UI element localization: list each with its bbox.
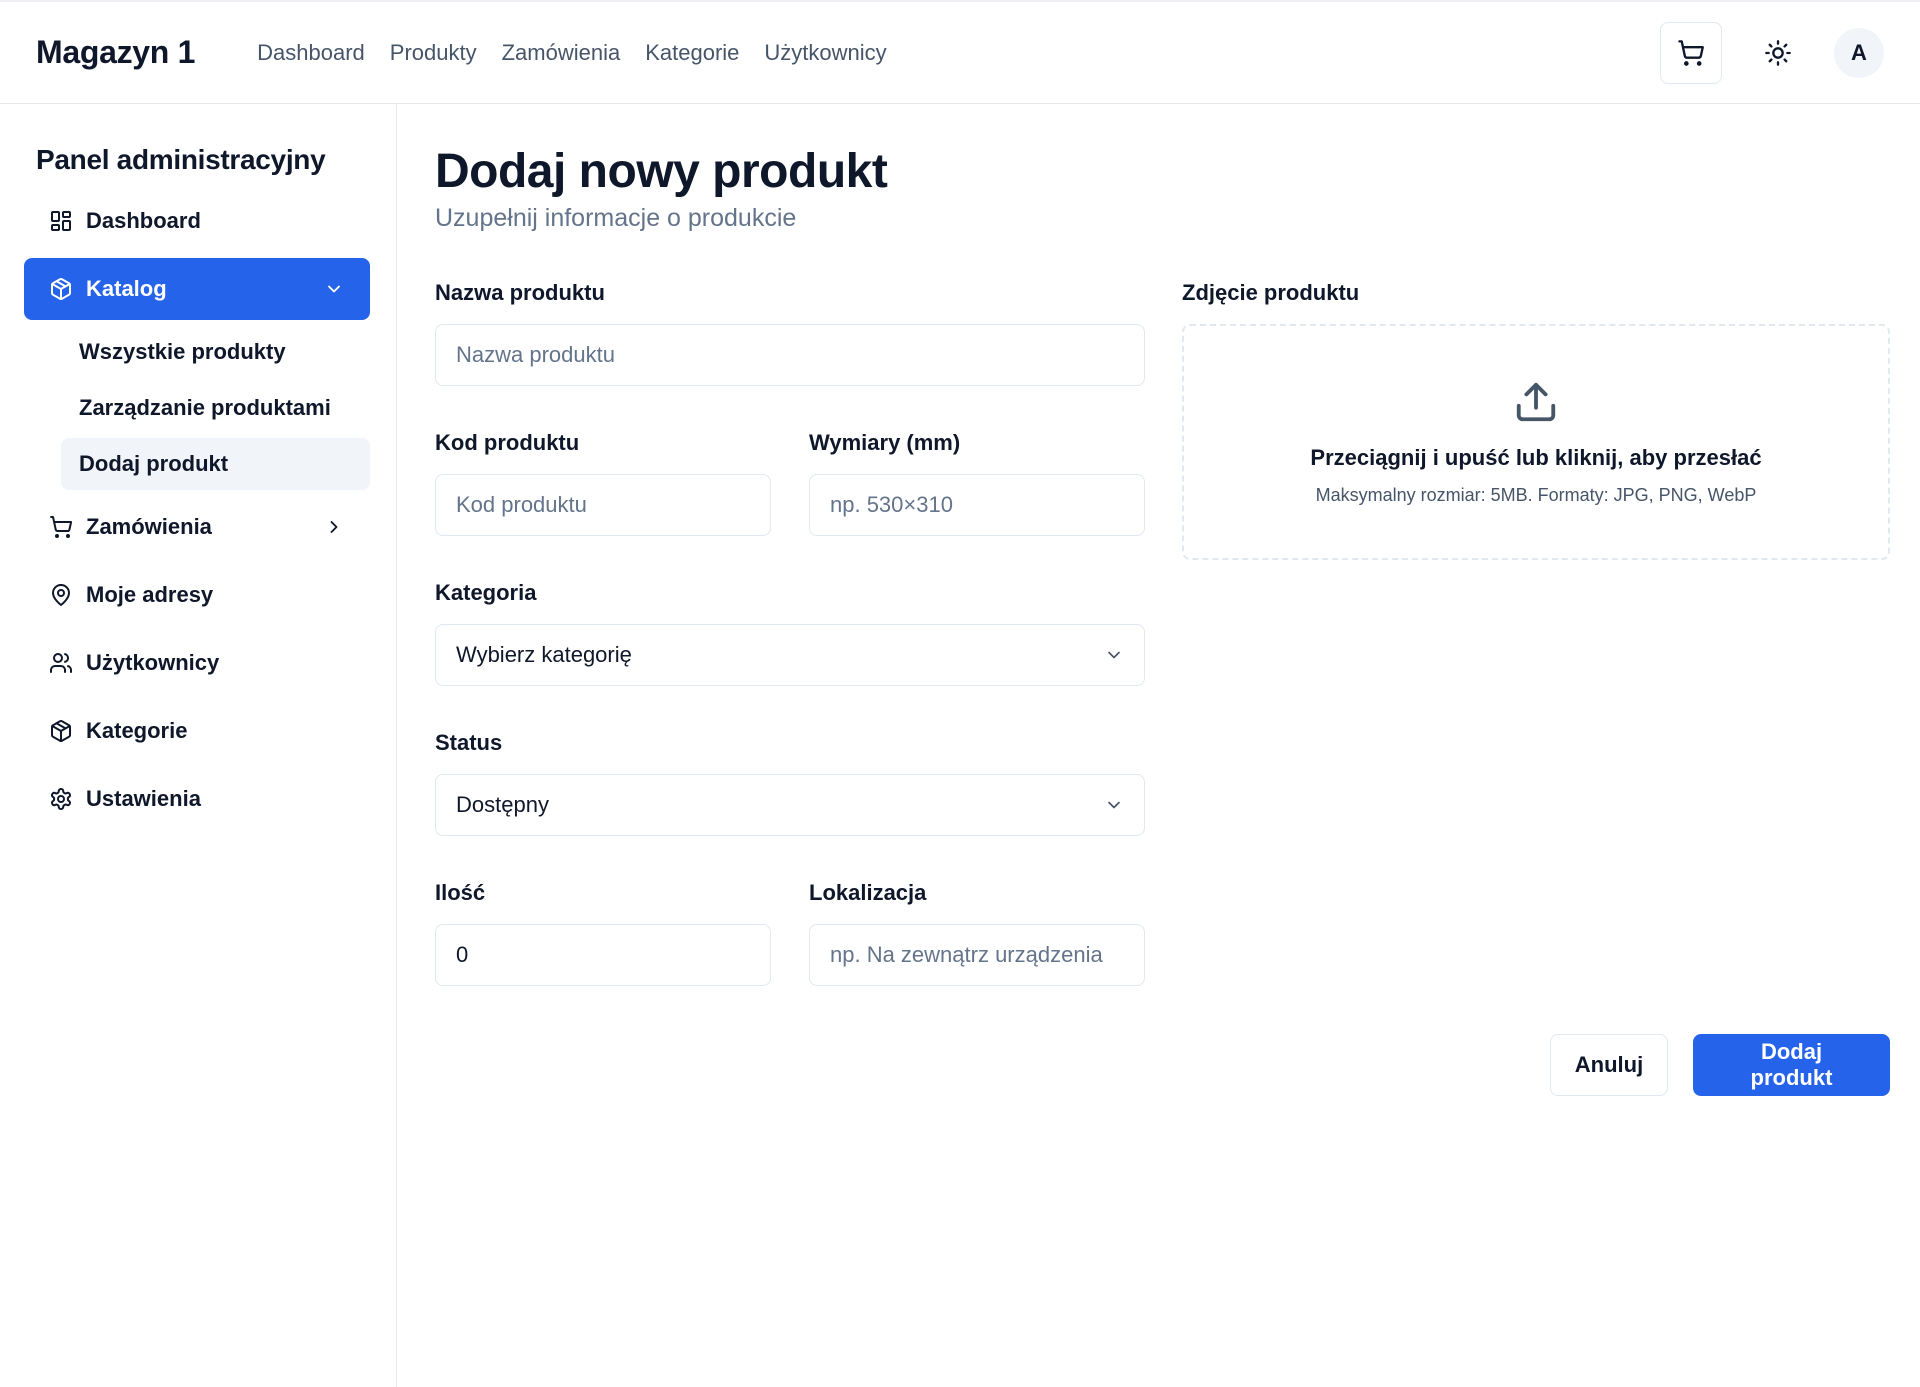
top-nav-users[interactable]: Użytkownicy (764, 40, 886, 66)
field-group-name: Nazwa produktu (435, 280, 1145, 386)
sidebar-item-orders[interactable]: Zamówienia (24, 496, 370, 558)
theme-toggle-button[interactable] (1747, 22, 1809, 84)
catalog-submenu: Wszystkie produkty Zarządzanie produktam… (61, 326, 370, 490)
top-header: Magazyn 1 Dashboard Produkty Zamówienia … (0, 0, 1920, 104)
category-select[interactable]: Wybierz kategorię (435, 624, 1145, 686)
chevron-down-icon (1108, 651, 1120, 659)
main-content: Dodaj nowy produkt Uzupełnij informacje … (397, 104, 1920, 1387)
sidebar-item-settings[interactable]: Ustawienia (24, 768, 370, 830)
users-icon (48, 650, 74, 676)
sidebar-item-catalog[interactable]: Katalog (24, 258, 370, 320)
status-select[interactable]: Dostępny (435, 774, 1145, 836)
package-icon (48, 276, 74, 302)
location-input[interactable] (809, 924, 1145, 986)
product-code-label: Kod produktu (435, 430, 580, 455)
dropzone-hint: Maksymalny rozmiar: 5MB. Formaty: JPG, P… (1315, 484, 1757, 505)
sidebar-nav: Dashboard Katalog Wszystkie produkty Zar… (0, 190, 396, 830)
field-group-dims: Wymiary (mm) (809, 430, 1145, 536)
sidebar-item-categories[interactable]: Kategorie (24, 700, 370, 762)
status-label: Status (435, 730, 503, 755)
gear-icon (48, 786, 74, 812)
image-dropzone[interactable]: Przeciągnij i upuść lub kliknij, aby prz… (1182, 324, 1890, 560)
quantity-label: Ilość (435, 880, 486, 905)
field-group-qty: Ilość (435, 880, 771, 986)
header-actions: A (1660, 21, 1884, 84)
sidebar-item-dashboard[interactable]: Dashboard (24, 190, 370, 252)
dropzone-title: Przeciągnij i upuść lub kliknij, aby prz… (1310, 444, 1762, 470)
top-nav-products[interactable]: Produkty (390, 40, 477, 66)
category-label: Kategoria (435, 580, 537, 605)
location-label: Lokalizacja (809, 880, 927, 905)
dimensions-input[interactable] (809, 474, 1145, 536)
sidebar-item-label: Kategorie (86, 718, 188, 743)
page-title: Dodaj nowy produkt (435, 145, 888, 198)
user-avatar[interactable]: A (1834, 27, 1884, 78)
page-subtitle: Uzupełnij informacje o produkcie (435, 204, 797, 232)
top-nav-categories[interactable]: Kategorie (645, 40, 739, 66)
image-upload-label: Zdjęcie produktu (1182, 280, 1360, 305)
chevron-right-icon (330, 521, 338, 533)
field-group-location: Lokalizacja (809, 880, 1145, 986)
sidebar-item-addresses[interactable]: Moje adresy (24, 564, 370, 626)
image-upload-section: Zdjęcie produktu Przeciągnij i upuść lub… (1182, 280, 1890, 560)
map-pin-icon (48, 582, 74, 608)
product-name-label: Nazwa produktu (435, 280, 605, 305)
add-product-button[interactable]: Dodaj produkt (1693, 1034, 1890, 1096)
dashboard-grid-icon (48, 208, 74, 234)
submenu-item-add-product[interactable]: Dodaj produkt (61, 438, 370, 490)
sidebar-item-label: Użytkownicy (86, 650, 220, 675)
top-nav-dashboard[interactable]: Dashboard (257, 40, 365, 66)
submenu-item-manage-products[interactable]: Zarządzanie produktami (61, 382, 370, 434)
field-group-status: Status Dostępny (435, 730, 1145, 836)
sidebar-item-users[interactable]: Użytkownicy (24, 632, 370, 694)
sidebar-item-label: Ustawienia (86, 786, 201, 811)
top-nav: Dashboard Produkty Zamówienia Kategorie … (257, 40, 887, 66)
product-name-input[interactable] (435, 324, 1145, 386)
package-icon (48, 718, 74, 744)
sidebar-title: Panel administracyjny (36, 144, 326, 175)
submenu-item-all-products[interactable]: Wszystkie produkty (61, 326, 370, 378)
chevron-down-icon (328, 285, 340, 293)
sidebar: Panel administracyjny Dashboard Katalog … (0, 104, 397, 1387)
sidebar-item-label: Zamówienia (86, 514, 212, 539)
field-group-category: Kategoria Wybierz kategorię (435, 580, 1145, 686)
dimensions-label: Wymiary (mm) (809, 430, 961, 455)
status-select-value: Dostępny (456, 792, 549, 817)
sidebar-item-label: Katalog (86, 276, 167, 301)
form-actions: Anuluj Dodaj produkt (1550, 1034, 1890, 1096)
sidebar-item-label: Dashboard (86, 208, 201, 233)
quantity-input[interactable] (435, 924, 771, 986)
sun-icon (1765, 39, 1791, 66)
cart-icon (48, 514, 74, 540)
field-group-code: Kod produktu (435, 430, 771, 536)
app-root: Magazyn 1 Dashboard Produkty Zamówienia … (0, 0, 1920, 1387)
cancel-button[interactable]: Anuluj (1550, 1034, 1668, 1096)
add-product-form: Nazwa produktu Kod produktu Wymiary (mm)… (435, 280, 1145, 1030)
chevron-down-icon (1108, 801, 1120, 809)
sidebar-item-label: Moje adresy (86, 582, 214, 607)
category-select-value: Wybierz kategorię (456, 642, 632, 667)
cart-button[interactable] (1660, 21, 1722, 84)
cart-icon (1678, 39, 1704, 66)
top-nav-orders[interactable]: Zamówienia (502, 40, 621, 66)
upload-icon (1516, 382, 1556, 421)
brand-logo-text[interactable]: Magazyn 1 (36, 34, 195, 71)
product-code-input[interactable] (435, 474, 771, 536)
